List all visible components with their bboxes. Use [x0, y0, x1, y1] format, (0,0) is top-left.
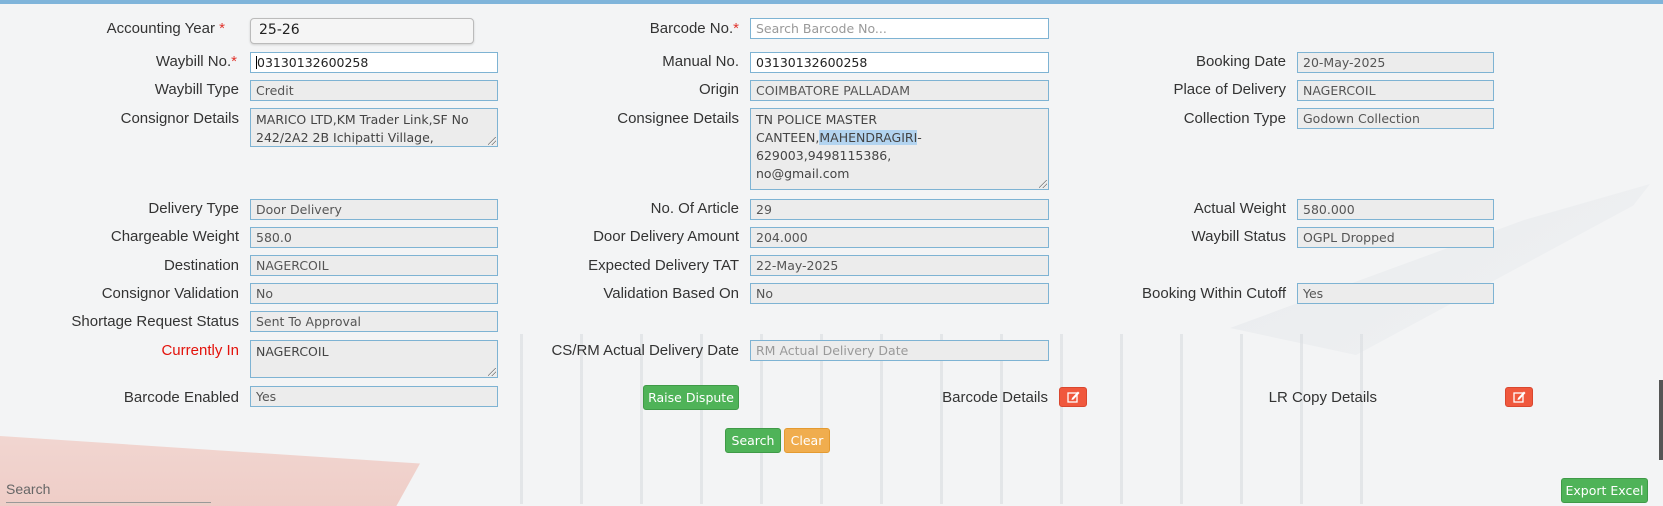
- clear-button[interactable]: Clear: [784, 428, 830, 453]
- search-button[interactable]: Search: [725, 428, 781, 453]
- booking-within-cutoff-input[interactable]: Yes: [1297, 283, 1494, 304]
- resize-handle-icon[interactable]: [1039, 180, 1047, 188]
- cs-rm-actual-delivery-date-input[interactable]: RM Actual Delivery Date: [750, 340, 1049, 361]
- waybill-type-input[interactable]: Credit: [250, 80, 498, 101]
- selected-text: MAHENDRAGIRI: [819, 130, 918, 145]
- currently-in-textarea[interactable]: NAGERCOIL: [250, 340, 498, 378]
- barcode-no-input[interactable]: Search Barcode No...: [750, 18, 1049, 39]
- manual-no-input[interactable]: 03130132600258: [750, 52, 1049, 73]
- table-search-input[interactable]: Search: [6, 478, 211, 503]
- destination-label: Destination: [163, 257, 239, 274]
- resize-handle-icon[interactable]: [488, 368, 496, 376]
- raise-dispute-button[interactable]: Raise Dispute: [643, 385, 739, 410]
- validation-based-on-label: Validation Based On: [603, 285, 739, 302]
- export-excel-button[interactable]: Export Excel: [1561, 478, 1648, 503]
- waybill-no-label: Waybill No.*: [155, 53, 237, 70]
- delivery-type-input[interactable]: Door Delivery: [250, 199, 498, 220]
- delivery-type-label: Delivery Type: [148, 200, 239, 217]
- scrollbar[interactable]: [1659, 380, 1663, 460]
- consignee-details-textarea[interactable]: TN POLICE MASTER CANTEEN,MAHENDRAGIRI-62…: [750, 108, 1049, 190]
- no-of-article-input[interactable]: 29: [750, 199, 1049, 220]
- actual-weight-label: Actual Weight: [1193, 200, 1286, 217]
- collection-type-label: Collection Type: [1183, 110, 1286, 127]
- consignor-details-label: Consignor Details: [120, 110, 239, 127]
- consignor-validation-label: Consignor Validation: [101, 285, 239, 302]
- resize-handle-icon[interactable]: [488, 137, 496, 145]
- collection-type-input[interactable]: Godown Collection: [1297, 108, 1494, 129]
- cs-rm-actual-delivery-date-label: CS/RM Actual Delivery Date: [551, 342, 739, 359]
- chargeable-weight-label: Chargeable Weight: [110, 228, 239, 245]
- expected-delivery-tat-input[interactable]: 22-May-2025: [750, 255, 1049, 276]
- consignor-validation-input[interactable]: No: [250, 283, 498, 304]
- place-of-delivery-input[interactable]: NAGERCOIL: [1297, 80, 1494, 101]
- waybill-status-label: Waybill Status: [1191, 228, 1286, 245]
- booking-within-cutoff-label: Booking Within Cutoff: [1142, 285, 1286, 302]
- booking-date-label: Booking Date: [1195, 53, 1286, 70]
- barcode-details-label: Barcode Details: [942, 389, 1048, 406]
- no-of-article-label: No. Of Article: [650, 200, 739, 217]
- barcode-details-edit-button[interactable]: [1059, 387, 1087, 407]
- door-delivery-amount-input[interactable]: 204.000: [750, 227, 1049, 248]
- barcode-enabled-input[interactable]: Yes: [250, 386, 498, 407]
- consignee-details-label: Consignee Details: [617, 110, 739, 127]
- place-of-delivery-label: Place of Delivery: [1173, 81, 1286, 98]
- consignor-line-1: MARICO LTD,KM Trader Link,SF No: [256, 112, 469, 127]
- waybill-status-input[interactable]: OGPL Dropped: [1297, 227, 1494, 248]
- origin-label: Origin: [698, 81, 739, 98]
- currently-in-label: Currently In: [161, 342, 239, 359]
- booking-date-input[interactable]: 20-May-2025: [1297, 52, 1494, 73]
- lr-copy-details-edit-button[interactable]: [1505, 387, 1533, 407]
- waybill-no-input[interactable]: 03130132600258: [250, 52, 498, 73]
- accounting-year-select[interactable]: 25-26: [250, 18, 474, 44]
- waybill-type-label: Waybill Type: [154, 81, 239, 98]
- edit-icon: [1513, 391, 1526, 403]
- lr-copy-details-label: LR Copy Details: [1268, 389, 1377, 406]
- accounting-year-label: Accounting Year *: [106, 20, 225, 37]
- origin-input[interactable]: COIMBATORE PALLADAM: [750, 80, 1049, 101]
- consignor-details-textarea[interactable]: MARICO LTD,KM Trader Link,SF No 242/2A2 …: [250, 108, 498, 147]
- edit-icon: [1067, 391, 1080, 403]
- consignee-line-1: TN POLICE MASTER: [756, 112, 878, 127]
- expected-delivery-tat-label: Expected Delivery TAT: [588, 257, 739, 274]
- consignee-line-2: CANTEEN,MAHENDRAGIRI-629003,9498115386,: [756, 130, 922, 163]
- actual-weight-input[interactable]: 580.000: [1297, 199, 1494, 220]
- currently-in-value: NAGERCOIL: [256, 344, 329, 359]
- manual-no-label: Manual No.: [662, 53, 739, 70]
- shortage-request-status-input[interactable]: Sent To Approval: [250, 311, 498, 332]
- barcode-no-label: Barcode No.*: [649, 20, 739, 37]
- chargeable-weight-input[interactable]: 580.0: [250, 227, 498, 248]
- shortage-request-status-label: Shortage Request Status: [71, 313, 239, 330]
- consignee-line-3: no@gmail.com: [756, 166, 850, 181]
- barcode-enabled-label: Barcode Enabled: [123, 389, 239, 406]
- consignor-line-2: 242/2A2 2B Ichipatti Village, Palladam: [256, 130, 434, 145]
- door-delivery-amount-label: Door Delivery Amount: [593, 228, 739, 245]
- destination-input[interactable]: NAGERCOIL: [250, 255, 498, 276]
- validation-based-on-input[interactable]: No: [750, 283, 1049, 304]
